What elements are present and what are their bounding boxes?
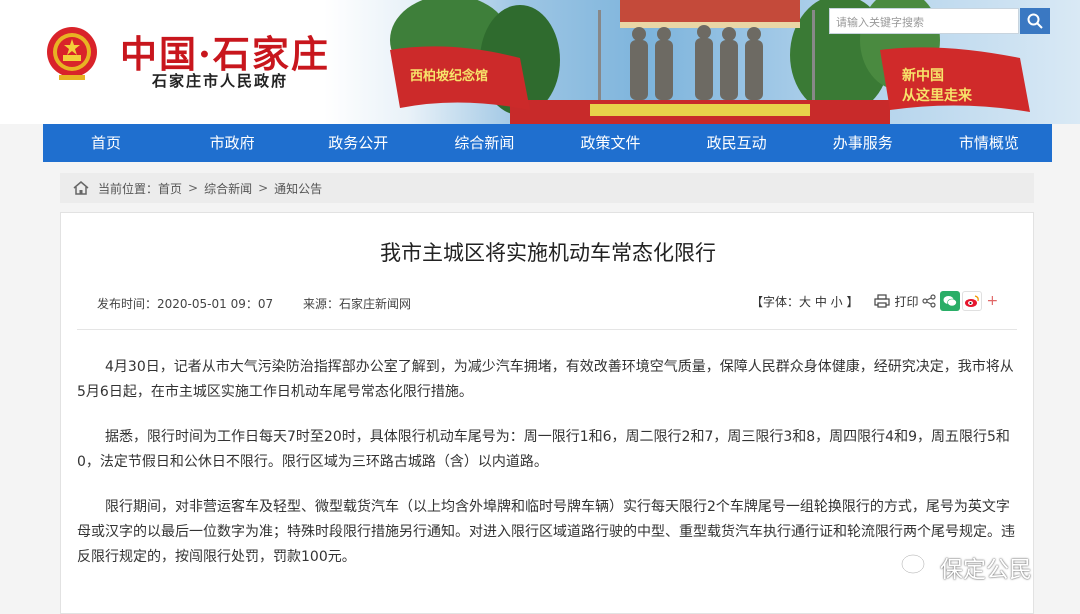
source-label: 来源： xyxy=(302,297,339,311)
nav-item-gov-affairs[interactable]: 政务公开 xyxy=(295,124,421,162)
source-name: 石家庄新闻网 xyxy=(338,297,411,311)
article-paragraph: 限行期间，对非营运客车及轻型、微型载货汽车（以上均含外埠牌和临时号牌车辆）实行每… xyxy=(77,499,1015,565)
watermark: 保定公民 xyxy=(900,550,1032,584)
main-nav: 首页 市政府 政务公开 综合新闻 政策文件 政民互动 办事服务 市情概览 xyxy=(43,124,1052,162)
article-panel: 我市主城区将实施机动车常态化限行 发布时间：2020-05-01 09：07 来… xyxy=(60,212,1034,614)
weibo-share-icon[interactable] xyxy=(962,291,983,311)
nav-item-interaction[interactable]: 政民互动 xyxy=(674,124,800,162)
wechat-share-icon[interactable] xyxy=(940,291,961,311)
memorial-sign-text: 西柏坡纪念馆 xyxy=(410,68,488,84)
breadcrumb: 当前位置： 首页 > 综合新闻 > 通知公告 xyxy=(60,173,1034,203)
breadcrumb-notices[interactable]: 通知公告 xyxy=(274,180,322,197)
article-paragraph: 4月30日，记者从市大气污染防治指挥部办公室了解到，为减少汽车拥堵，有效改善环境… xyxy=(77,359,1014,400)
divider xyxy=(77,329,1017,330)
site-subtitle: 石家庄市人民政府 xyxy=(152,72,289,90)
share-icon[interactable] xyxy=(922,294,937,308)
article-tools: 【字体：大 中 小 】 打印 + xyxy=(751,291,998,311)
breadcrumb-news[interactable]: 综合新闻 xyxy=(204,180,252,197)
breadcrumb-separator: > xyxy=(258,181,269,195)
nav-item-overview[interactable]: 市情概览 xyxy=(926,124,1052,162)
slogan-sign-line2: 从这里走来 xyxy=(902,87,973,104)
home-icon xyxy=(73,181,89,195)
breadcrumb-separator: > xyxy=(188,181,199,195)
search-input[interactable]: 请输入关键字搜索 xyxy=(829,8,1019,34)
breadcrumb-prefix: 当前位置： xyxy=(98,181,159,196)
print-icon[interactable] xyxy=(874,294,891,308)
article-title: 我市主城区将实施机动车常态化限行 xyxy=(380,241,716,265)
nav-item-government[interactable]: 市政府 xyxy=(169,124,295,162)
more-share-icon[interactable]: + xyxy=(986,293,998,309)
weibo-eye-icon xyxy=(965,295,980,307)
nav-item-services[interactable]: 办事服务 xyxy=(800,124,926,162)
wechat-bubble-icon xyxy=(943,296,958,307)
nav-item-news[interactable]: 综合新闻 xyxy=(421,124,547,162)
search-button[interactable] xyxy=(1020,8,1050,34)
wechat-watermark-icon xyxy=(901,554,932,579)
slogan-sign-line1: 新中国 xyxy=(902,67,944,84)
nav-item-home[interactable]: 首页 xyxy=(43,124,169,162)
national-emblem-icon xyxy=(47,27,97,80)
nav-item-policy[interactable]: 政策文件 xyxy=(548,124,674,162)
print-button[interactable]: 打印 xyxy=(894,293,918,310)
breadcrumb-home[interactable]: 首页 xyxy=(158,180,182,197)
article-paragraph: 据悉，限行时间为工作日每天7时至20时，具体限行机动车尾号为：周一限行1和6，周… xyxy=(77,429,1010,470)
site-header: 中国·石家庄 石家庄市人民政府 西柏坡纪念馆 新中国 从这里走来 请输入关键字搜… xyxy=(0,0,1080,124)
font-size-switch[interactable]: 【字体：大 中 小 】 xyxy=(751,293,858,310)
publish-time: 2020-05-01 09：07 xyxy=(157,297,274,311)
search-icon xyxy=(1027,13,1043,29)
watermark-text: 保定公民 xyxy=(940,557,1032,583)
publish-label: 发布时间： xyxy=(97,297,158,311)
article-meta: 发布时间：2020-05-01 09：07 来源：石家庄新闻网 xyxy=(97,295,411,312)
